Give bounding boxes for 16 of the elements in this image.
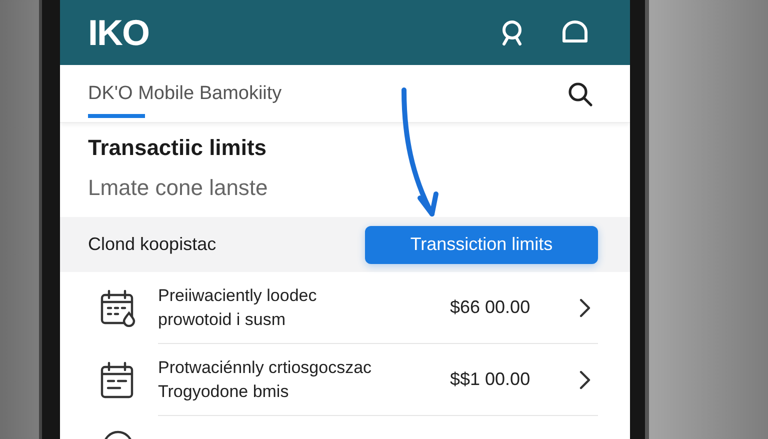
row-label: Clond koopistac <box>88 234 216 255</box>
row-amount: $$1 00.00 <box>450 369 532 390</box>
chevron-right-icon <box>578 368 592 390</box>
search-icon[interactable] <box>566 80 594 108</box>
section-subtitle: Lmate cone lanste <box>88 175 269 201</box>
chevron-right-icon <box>578 296 592 318</box>
row-description: Protwaciénnly crtiosgocszac Trogyodone bmis <box>158 356 373 402</box>
row-description: Preiiwaciently loodec prowotoid i susm <box>158 284 318 330</box>
section-title: Transactiic limits <box>88 135 268 161</box>
list-row[interactable]: Protwaciénnly crtiosgocszac Trogyodone bmis $$1 00.00 <box>60 344 630 416</box>
transaction-limits-button[interactable]: Transsiction limits <box>365 226 598 264</box>
app-logo: IKO <box>88 12 150 54</box>
calendar-icon <box>100 361 136 399</box>
calendar-drop-icon <box>100 289 136 327</box>
row-amount: $66 00.00 <box>450 297 532 318</box>
list-row[interactable]: Preiiwaciently loodec prowotoid i susm $66 00.00 <box>60 272 630 344</box>
